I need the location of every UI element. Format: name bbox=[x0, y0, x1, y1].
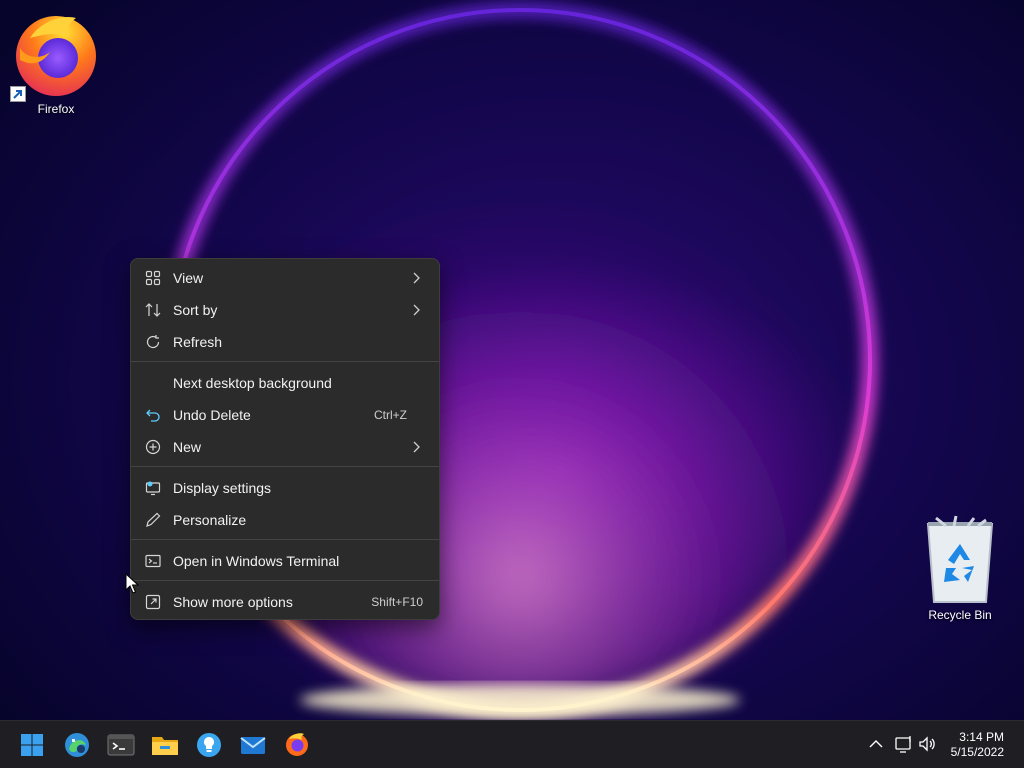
display-settings-icon bbox=[145, 480, 161, 496]
desktop-icon-recycle-bin[interactable]: Recycle Bin bbox=[916, 514, 1004, 622]
menu-item-label: Refresh bbox=[173, 334, 223, 350]
network-status[interactable] bbox=[894, 733, 914, 755]
windows-terminal-icon bbox=[105, 734, 137, 765]
menu-item-label: Undo Delete bbox=[173, 407, 251, 423]
sort-icon bbox=[145, 302, 161, 318]
undo-icon bbox=[145, 407, 161, 423]
clock-date: 5/15/2022 bbox=[950, 745, 1004, 759]
menu-separator bbox=[131, 539, 439, 540]
start-button[interactable] bbox=[16, 729, 48, 761]
desktop-icon-label: Firefox bbox=[37, 102, 75, 116]
chevron-right-icon bbox=[411, 440, 421, 454]
mail-icon bbox=[237, 737, 269, 765]
desktop-context-menu: View Sort by Refresh Next desktop backgr… bbox=[130, 258, 440, 620]
firefox-icon bbox=[281, 733, 313, 765]
desktop-icon-firefox[interactable]: Firefox bbox=[10, 8, 102, 116]
start-icon bbox=[16, 734, 48, 765]
mouse-cursor-icon bbox=[125, 572, 140, 600]
menu-item-label: View bbox=[173, 270, 204, 286]
menu-separator bbox=[131, 580, 439, 581]
menu-item-view[interactable]: View bbox=[135, 263, 435, 293]
chevron-up-icon bbox=[866, 740, 886, 759]
menu-item-label: Display settings bbox=[173, 480, 272, 496]
file-explorer-icon bbox=[149, 737, 181, 765]
edge-dev-icon bbox=[61, 733, 93, 765]
new-plus-icon bbox=[145, 439, 161, 455]
show-hidden-icons-button[interactable] bbox=[866, 733, 886, 755]
menu-item-personalize[interactable]: Personalize bbox=[135, 505, 435, 535]
menu-item-next-desktop-background[interactable]: Next desktop background bbox=[135, 368, 435, 398]
clock-time: 3:14 PM bbox=[959, 730, 1004, 744]
taskbar-edge-dev[interactable] bbox=[61, 729, 93, 761]
network-icon bbox=[894, 736, 914, 759]
menu-item-label: Sort by bbox=[173, 302, 218, 318]
menu-item-display-settings[interactable]: Display settings bbox=[135, 473, 435, 503]
taskbar: 3:14 PM 5/15/2022 bbox=[0, 720, 1024, 768]
menu-separator bbox=[131, 466, 439, 467]
recycle-bin-icon bbox=[916, 514, 1004, 606]
menu-item-label: Show more options bbox=[173, 594, 293, 610]
menu-item-label: New bbox=[173, 439, 202, 455]
refresh-icon bbox=[145, 334, 161, 350]
menu-item-undo-delete[interactable]: Undo Delete Ctrl+Z bbox=[135, 400, 435, 430]
show-more-options-icon bbox=[145, 594, 161, 610]
menu-item-refresh[interactable]: Refresh bbox=[135, 327, 435, 357]
taskbar-windows-terminal[interactable] bbox=[105, 729, 137, 761]
volume-control[interactable] bbox=[918, 733, 938, 755]
shortcut-arrow-icon bbox=[10, 86, 26, 102]
taskbar-clock[interactable]: 3:14 PM 5/15/2022 bbox=[951, 730, 1004, 760]
tips-icon bbox=[193, 733, 225, 765]
firefox-icon bbox=[10, 8, 102, 102]
view-grid-icon bbox=[145, 270, 161, 286]
menu-item-new[interactable]: New bbox=[135, 432, 435, 462]
chevron-right-icon bbox=[411, 303, 421, 317]
personalize-pen-icon bbox=[145, 512, 161, 528]
taskbar-file-explorer[interactable] bbox=[149, 729, 181, 761]
menu-item-shortcut: Shift+F10 bbox=[371, 595, 423, 609]
taskbar-firefox[interactable] bbox=[281, 729, 313, 761]
menu-item-sort-by[interactable]: Sort by bbox=[135, 295, 435, 325]
terminal-icon bbox=[145, 553, 161, 569]
menu-item-label: Personalize bbox=[173, 512, 247, 528]
menu-item-shortcut: Ctrl+Z bbox=[374, 408, 407, 422]
volume-icon bbox=[918, 736, 938, 759]
menu-separator bbox=[131, 361, 439, 362]
menu-item-open-in-windows-terminal[interactable]: Open in Windows Terminal bbox=[135, 546, 435, 576]
menu-item-label: Open in Windows Terminal bbox=[173, 553, 340, 569]
taskbar-tips[interactable] bbox=[193, 729, 225, 761]
menu-item-label: Next desktop background bbox=[173, 375, 332, 391]
menu-item-show-more-options[interactable]: Show more options Shift+F10 bbox=[135, 587, 435, 617]
desktop-icon-label: Recycle Bin bbox=[928, 608, 992, 622]
taskbar-mail[interactable] bbox=[237, 729, 269, 761]
chevron-right-icon bbox=[411, 271, 421, 285]
